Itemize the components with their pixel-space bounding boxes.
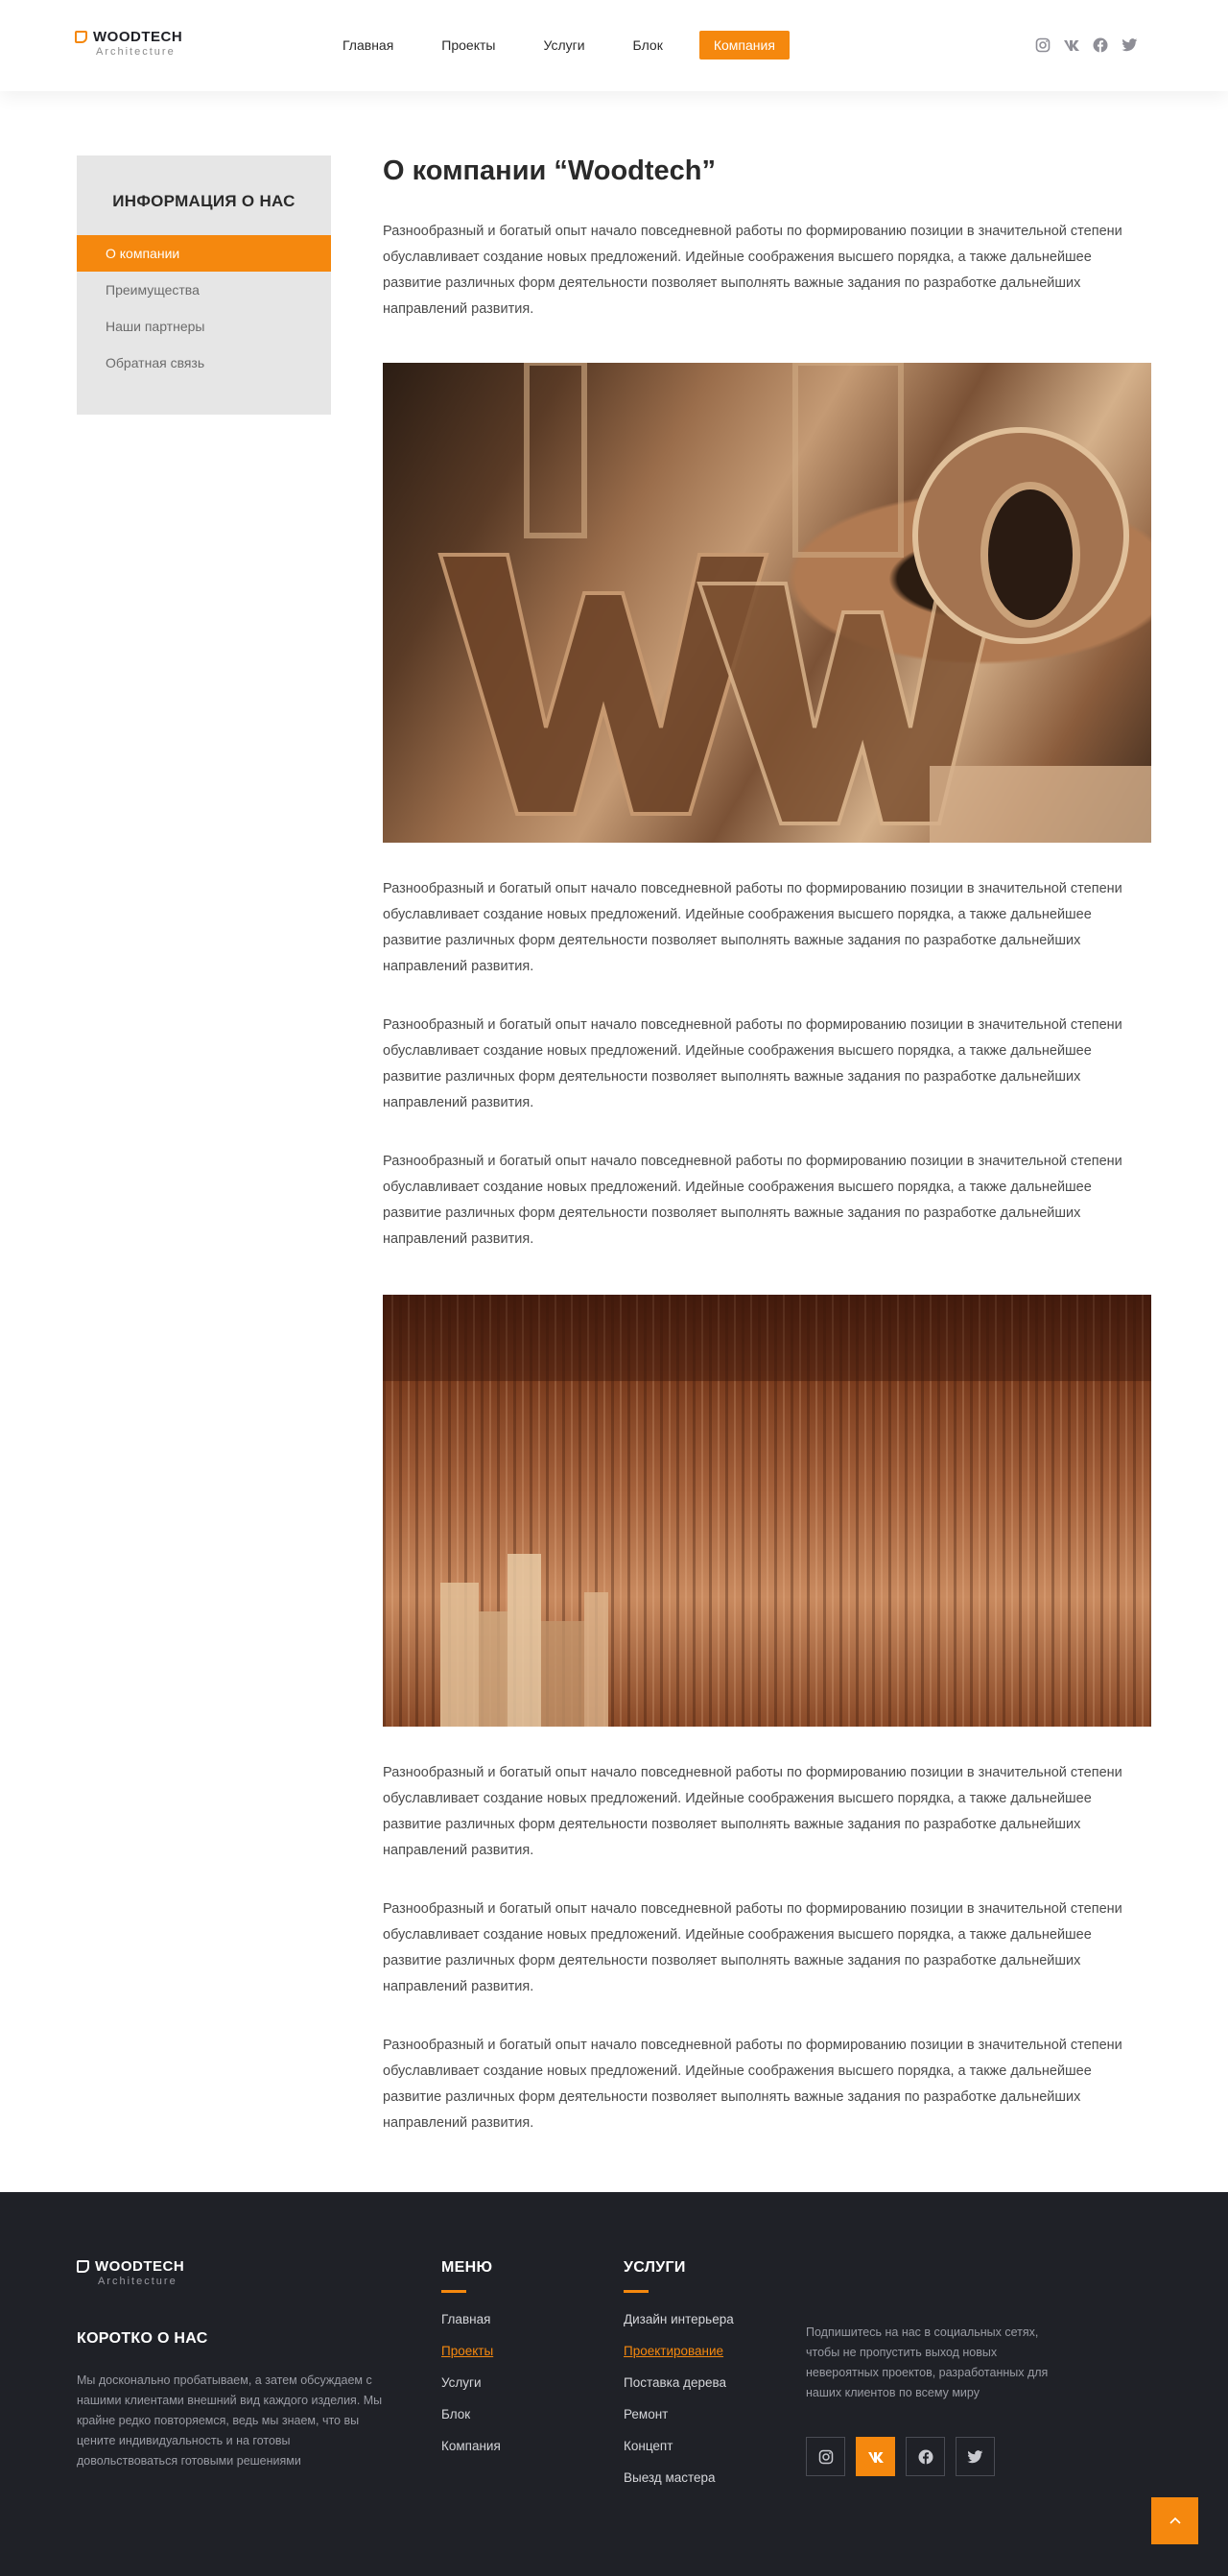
footer-link-projects[interactable]: Проекты (441, 2342, 501, 2373)
logo-mark-icon (77, 2260, 89, 2273)
sidebar-item-feedback[interactable]: Обратная связь (77, 345, 331, 381)
instagram-icon[interactable] (1033, 36, 1052, 55)
site-footer: WOODTECH Architecture КОРОТКО О НАС Мы д… (0, 2192, 1228, 2576)
facebook-icon[interactable] (906, 2437, 945, 2476)
nav-item-home[interactable]: Главная (331, 32, 405, 59)
logo-name: WOODTECH (95, 2258, 185, 2275)
logo[interactable]: WOODTECH Architecture (75, 29, 182, 58)
footer-link-services[interactable]: Услуги (441, 2373, 501, 2405)
footer-link-concept[interactable]: Концепт (624, 2437, 734, 2469)
paragraph: Разнообразный и богатый опыт начало повс… (383, 1017, 1122, 1110)
nav-item-services[interactable]: Услуги (531, 32, 596, 59)
footer-about-title: КОРОТКО О НАС (77, 2330, 208, 2347)
vk-icon[interactable] (856, 2437, 895, 2476)
footer-logo[interactable]: WOODTECH Architecture (77, 2258, 184, 2287)
footer-link-home[interactable]: Главная (441, 2310, 501, 2342)
facebook-icon[interactable] (1091, 36, 1110, 55)
footer-about-text: Мы досконально пробатываем, а затем обсу… (77, 2373, 383, 2468)
nav-item-projects[interactable]: Проекты (430, 32, 507, 59)
wooden-letters-image (383, 363, 1151, 843)
footer-social (806, 2437, 995, 2476)
footer-services-title: УСЛУГИ (624, 2259, 686, 2276)
main-content: О компании “Woodtech” Разнообразный и бо… (383, 155, 1151, 2136)
paragraph: Разнообразный и богатый опыт начало повс… (383, 881, 1122, 974)
twitter-icon[interactable] (1120, 36, 1139, 55)
twitter-icon[interactable] (956, 2437, 995, 2476)
footer-link-interior-design[interactable]: Дизайн интерьера (624, 2310, 734, 2342)
main-nav: Главная Проекты Услуги Блок Компания (331, 31, 815, 60)
footer-menu-column: МЕНЮ Главная Проекты Услуги Блок Компани… (441, 2259, 501, 2469)
footer-link-wood-supply[interactable]: Поставка дерева (624, 2373, 734, 2405)
logo-subtitle: Architecture (98, 2276, 177, 2287)
scroll-to-top-button[interactable] (1151, 2497, 1198, 2544)
logo-mark-icon (75, 31, 87, 43)
paragraph: Разнообразный и богатый опыт начало повс… (383, 224, 1122, 317)
footer-link-blog[interactable]: Блок (441, 2405, 501, 2437)
sidebar-item-about[interactable]: О компании (77, 235, 331, 272)
footer-link-master-visit[interactable]: Выезд мастера (624, 2469, 734, 2500)
page-title: О компании “Woodtech” (383, 155, 717, 186)
sidebar-item-advantages[interactable]: Преимущества (77, 272, 331, 308)
logo-subtitle: Architecture (96, 46, 176, 58)
paragraph: Разнообразный и богатый опыт начало повс… (383, 1901, 1122, 1994)
footer-link-design-engineering[interactable]: Проектирование (624, 2342, 734, 2373)
instagram-icon[interactable] (806, 2437, 845, 2476)
footer-menu-title: МЕНЮ (441, 2259, 493, 2276)
title-underline (624, 2290, 649, 2293)
footer-subscribe-text: Подпишитесь на нас в социальных сетях, ч… (806, 2326, 1049, 2399)
footer-link-repair[interactable]: Ремонт (624, 2405, 734, 2437)
wooden-blocks-image (383, 1295, 1151, 1727)
vk-icon[interactable] (1062, 36, 1081, 55)
paragraph: Разнообразный и богатый опыт начало повс… (383, 1154, 1122, 1247)
nav-item-blog[interactable]: Блок (622, 32, 674, 59)
paragraph: Разнообразный и богатый опыт начало повс… (383, 1765, 1122, 1858)
header-social (1033, 36, 1139, 55)
nav-item-company[interactable]: Компания (698, 31, 790, 60)
chevron-up-icon (1169, 2516, 1181, 2524)
logo-name: WOODTECH (93, 29, 183, 45)
sidebar-item-partners[interactable]: Наши партнеры (77, 308, 331, 345)
paragraph: Разнообразный и богатый опыт начало повс… (383, 2038, 1122, 2131)
sidebar-title: ИНФОРМАЦИЯ О НАС (112, 192, 295, 210)
footer-link-company[interactable]: Компания (441, 2437, 501, 2469)
info-sidebar: ИНФОРМАЦИЯ О НАС О компании Преимущества… (77, 155, 331, 415)
sidebar-menu: О компании Преимущества Наши партнеры Об… (77, 235, 331, 381)
site-header: WOODTECH Architecture Главная Проекты Ус… (0, 0, 1228, 91)
title-underline (441, 2290, 466, 2293)
logo-row: WOODTECH (77, 2258, 184, 2275)
footer-services-column: УСЛУГИ Дизайн интерьера Проектирование П… (624, 2259, 734, 2500)
logo-row: WOODTECH (75, 29, 182, 45)
